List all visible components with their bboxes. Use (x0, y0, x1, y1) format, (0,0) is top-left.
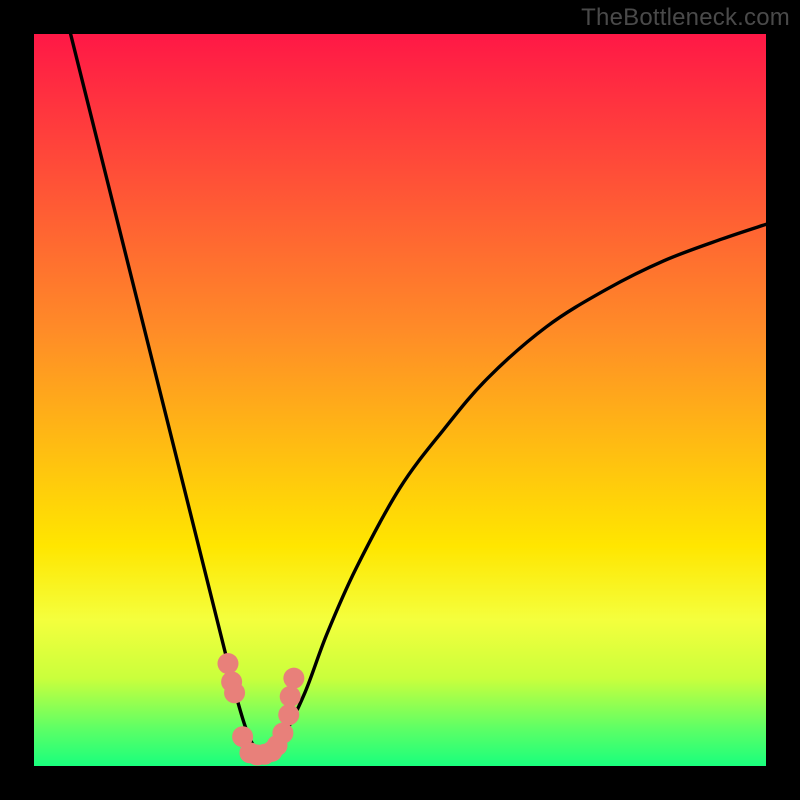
bottleneck-chart (34, 34, 766, 766)
data-point (217, 653, 238, 674)
watermark-text: TheBottleneck.com (581, 4, 790, 32)
data-point (272, 723, 293, 744)
plot-area (34, 34, 766, 766)
data-point (224, 682, 245, 703)
data-point (280, 686, 301, 707)
gradient-background (34, 34, 766, 766)
outer-frame: TheBottleneck.com (0, 0, 800, 800)
data-point (278, 704, 299, 725)
data-point (283, 668, 304, 689)
